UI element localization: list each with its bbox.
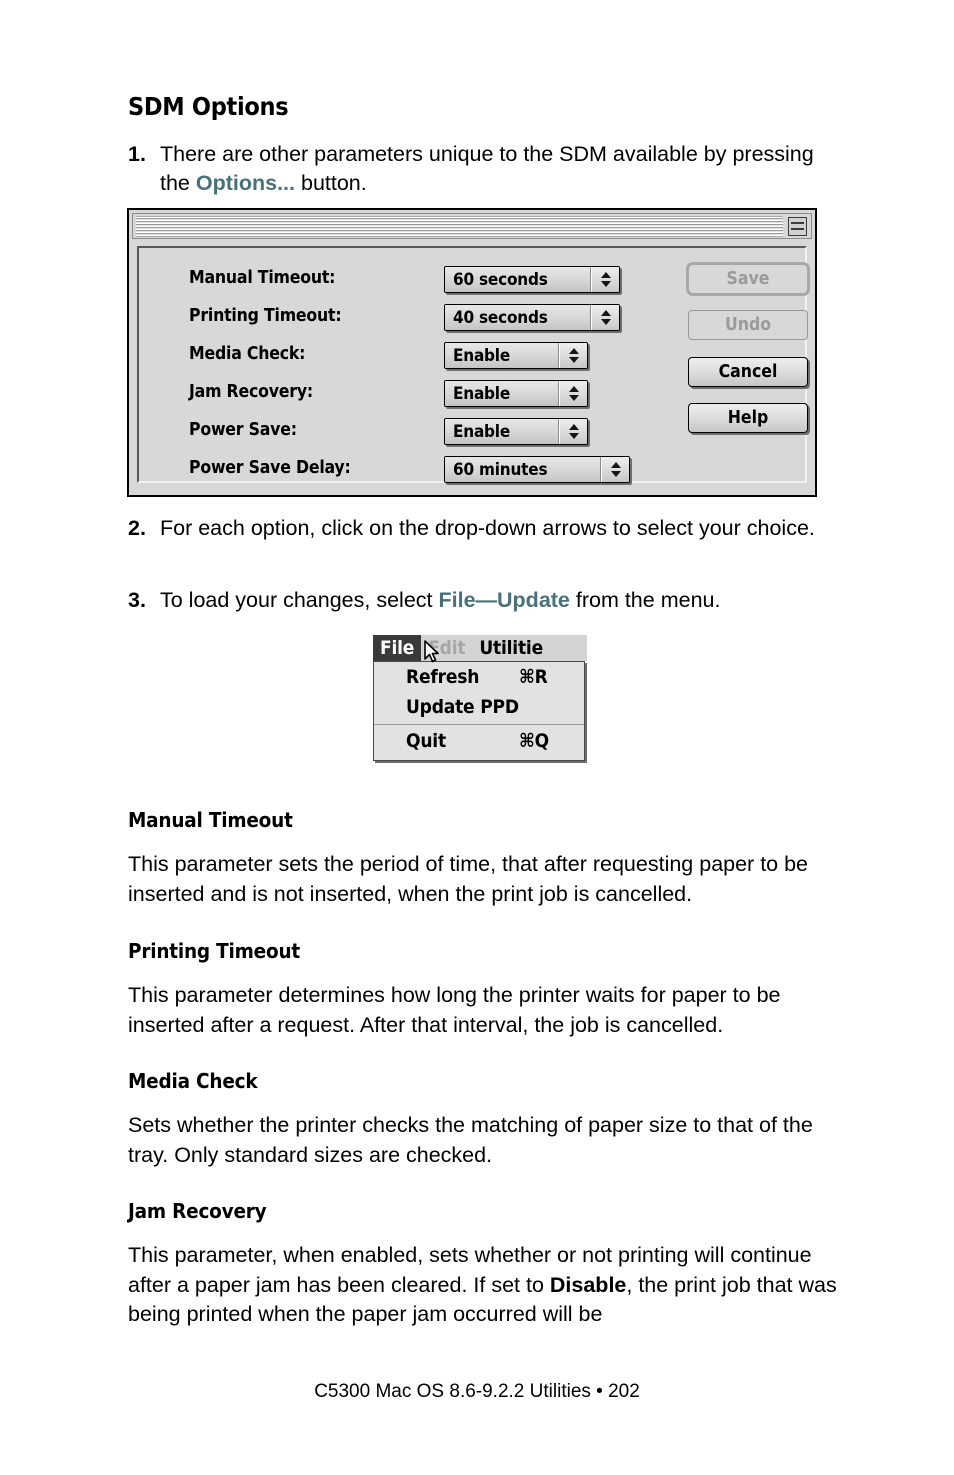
menu-item-quit[interactable]: Quit ⌘Q bbox=[374, 726, 584, 756]
field-label-jam-recovery: Jam Recovery: bbox=[189, 382, 313, 402]
section-body-printing-timeout: This parameter determines how long the p… bbox=[128, 983, 781, 1037]
popup-value: Enable bbox=[445, 419, 559, 444]
popup-jam-recovery[interactable]: Enable bbox=[444, 380, 588, 407]
popup-value: 60 minutes bbox=[445, 457, 601, 482]
list-text: For each option, click on the drop-down … bbox=[160, 516, 815, 540]
menu-item-shortcut: ⌘Q bbox=[519, 730, 549, 752]
popup-value: Enable bbox=[445, 343, 559, 368]
menu-item-refresh[interactable]: Refresh ⌘R bbox=[374, 662, 584, 692]
options-link[interactable]: Options... bbox=[196, 171, 295, 195]
menu-title-utilities[interactable]: Utilitie bbox=[472, 635, 550, 661]
field-label-printing-timeout: Printing Timeout: bbox=[189, 306, 342, 326]
popup-manual-timeout[interactable]: 60 seconds bbox=[444, 266, 620, 293]
popup-value: 60 seconds bbox=[445, 267, 591, 292]
list-item: 3. To load your changes, select File—Upd… bbox=[128, 586, 828, 615]
mouse-pointer-icon bbox=[424, 640, 439, 663]
dialog-titlebar[interactable] bbox=[132, 213, 812, 239]
list-text: To load your changes, select File—Update… bbox=[160, 586, 828, 615]
section-heading-media-check: Media Check bbox=[128, 1069, 258, 1093]
menu-item-update-ppd[interactable]: Update PPD bbox=[374, 692, 584, 722]
page-title: SDM Options bbox=[128, 92, 289, 121]
step3-text-before: To load your changes, select bbox=[160, 588, 439, 612]
menu-item-shortcut: ⌘R bbox=[519, 666, 548, 688]
section-heading-manual-timeout: Manual Timeout bbox=[128, 808, 293, 832]
section-body-jam-recovery: This parameter, when enabled, sets wheth… bbox=[128, 1241, 858, 1330]
menu-separator bbox=[374, 724, 584, 725]
section-heading-jam-recovery: Jam Recovery bbox=[128, 1199, 267, 1223]
section-body-media-check: Sets whether the printer checks the matc… bbox=[128, 1113, 813, 1167]
step1-text-after: button. bbox=[295, 171, 367, 195]
menu-item-label: Refresh bbox=[406, 666, 480, 688]
list-number: 3. bbox=[128, 588, 146, 612]
menu-item-label: Update PPD bbox=[406, 696, 519, 718]
file-update-link[interactable]: File—Update bbox=[438, 588, 569, 612]
popup-value: Enable bbox=[445, 381, 559, 406]
sdm-options-dialog: Manual Timeout: 60 seconds Printing Time… bbox=[127, 208, 817, 497]
list-number: 2. bbox=[128, 516, 146, 540]
popup-power-save[interactable]: Enable bbox=[444, 418, 588, 445]
field-label-power-save: Power Save: bbox=[189, 420, 297, 440]
undo-button[interactable]: Undo bbox=[688, 310, 808, 340]
popup-value: 40 seconds bbox=[445, 305, 591, 330]
field-row: Power Save Delay: 60 minutes bbox=[139, 456, 805, 484]
help-button[interactable]: Help bbox=[688, 403, 808, 433]
list-item: 2. For each option, click on the drop-do… bbox=[128, 514, 828, 543]
section-heading-printing-timeout: Printing Timeout bbox=[128, 939, 301, 963]
section-body-manual-timeout: This parameter sets the period of time, … bbox=[128, 852, 809, 906]
list-text: There are other parameters unique to the… bbox=[160, 140, 828, 198]
step3-text-after: from the menu. bbox=[569, 588, 721, 612]
updown-arrow-icon[interactable] bbox=[601, 457, 629, 482]
field-label-manual-timeout: Manual Timeout: bbox=[189, 268, 336, 288]
page-footer: C5300 Mac OS 8.6-9.2.2 Utilities • 202 bbox=[314, 1381, 640, 1402]
dialog-content: Manual Timeout: 60 seconds Printing Time… bbox=[137, 246, 810, 484]
field-label-media-check: Media Check: bbox=[189, 344, 306, 364]
popup-media-check[interactable]: Enable bbox=[444, 342, 588, 369]
popup-power-save-delay[interactable]: 60 minutes bbox=[444, 456, 630, 483]
updown-arrow-icon[interactable] bbox=[559, 343, 587, 368]
updown-arrow-icon[interactable] bbox=[559, 419, 587, 444]
save-button[interactable]: Save bbox=[686, 262, 810, 296]
menu-item-label: Quit bbox=[406, 730, 446, 752]
list-item: 1. There are other parameters unique to … bbox=[128, 140, 828, 198]
field-label-power-save-delay: Power Save Delay: bbox=[189, 458, 351, 478]
file-menu-screenshot: File Edit Utilitie Refresh ⌘R Update PPD… bbox=[373, 635, 587, 763]
updown-arrow-icon[interactable] bbox=[591, 267, 619, 292]
menu-title-file[interactable]: File bbox=[373, 635, 422, 661]
titlebar-stripes bbox=[136, 215, 783, 237]
updown-arrow-icon[interactable] bbox=[559, 381, 587, 406]
cancel-button[interactable]: Cancel bbox=[688, 357, 808, 387]
menubar: File Edit Utilitie bbox=[373, 635, 587, 661]
document-page: SDM Options 1. There are other parameter… bbox=[0, 0, 954, 1475]
jam-recovery-bold-disable: Disable bbox=[549, 1272, 627, 1297]
list-number: 1. bbox=[128, 142, 146, 166]
collapse-box-icon[interactable] bbox=[788, 216, 807, 236]
updown-arrow-icon[interactable] bbox=[591, 305, 619, 330]
file-dropdown-menu: Refresh ⌘R Update PPD Quit ⌘Q bbox=[373, 661, 585, 761]
popup-printing-timeout[interactable]: 40 seconds bbox=[444, 304, 620, 331]
